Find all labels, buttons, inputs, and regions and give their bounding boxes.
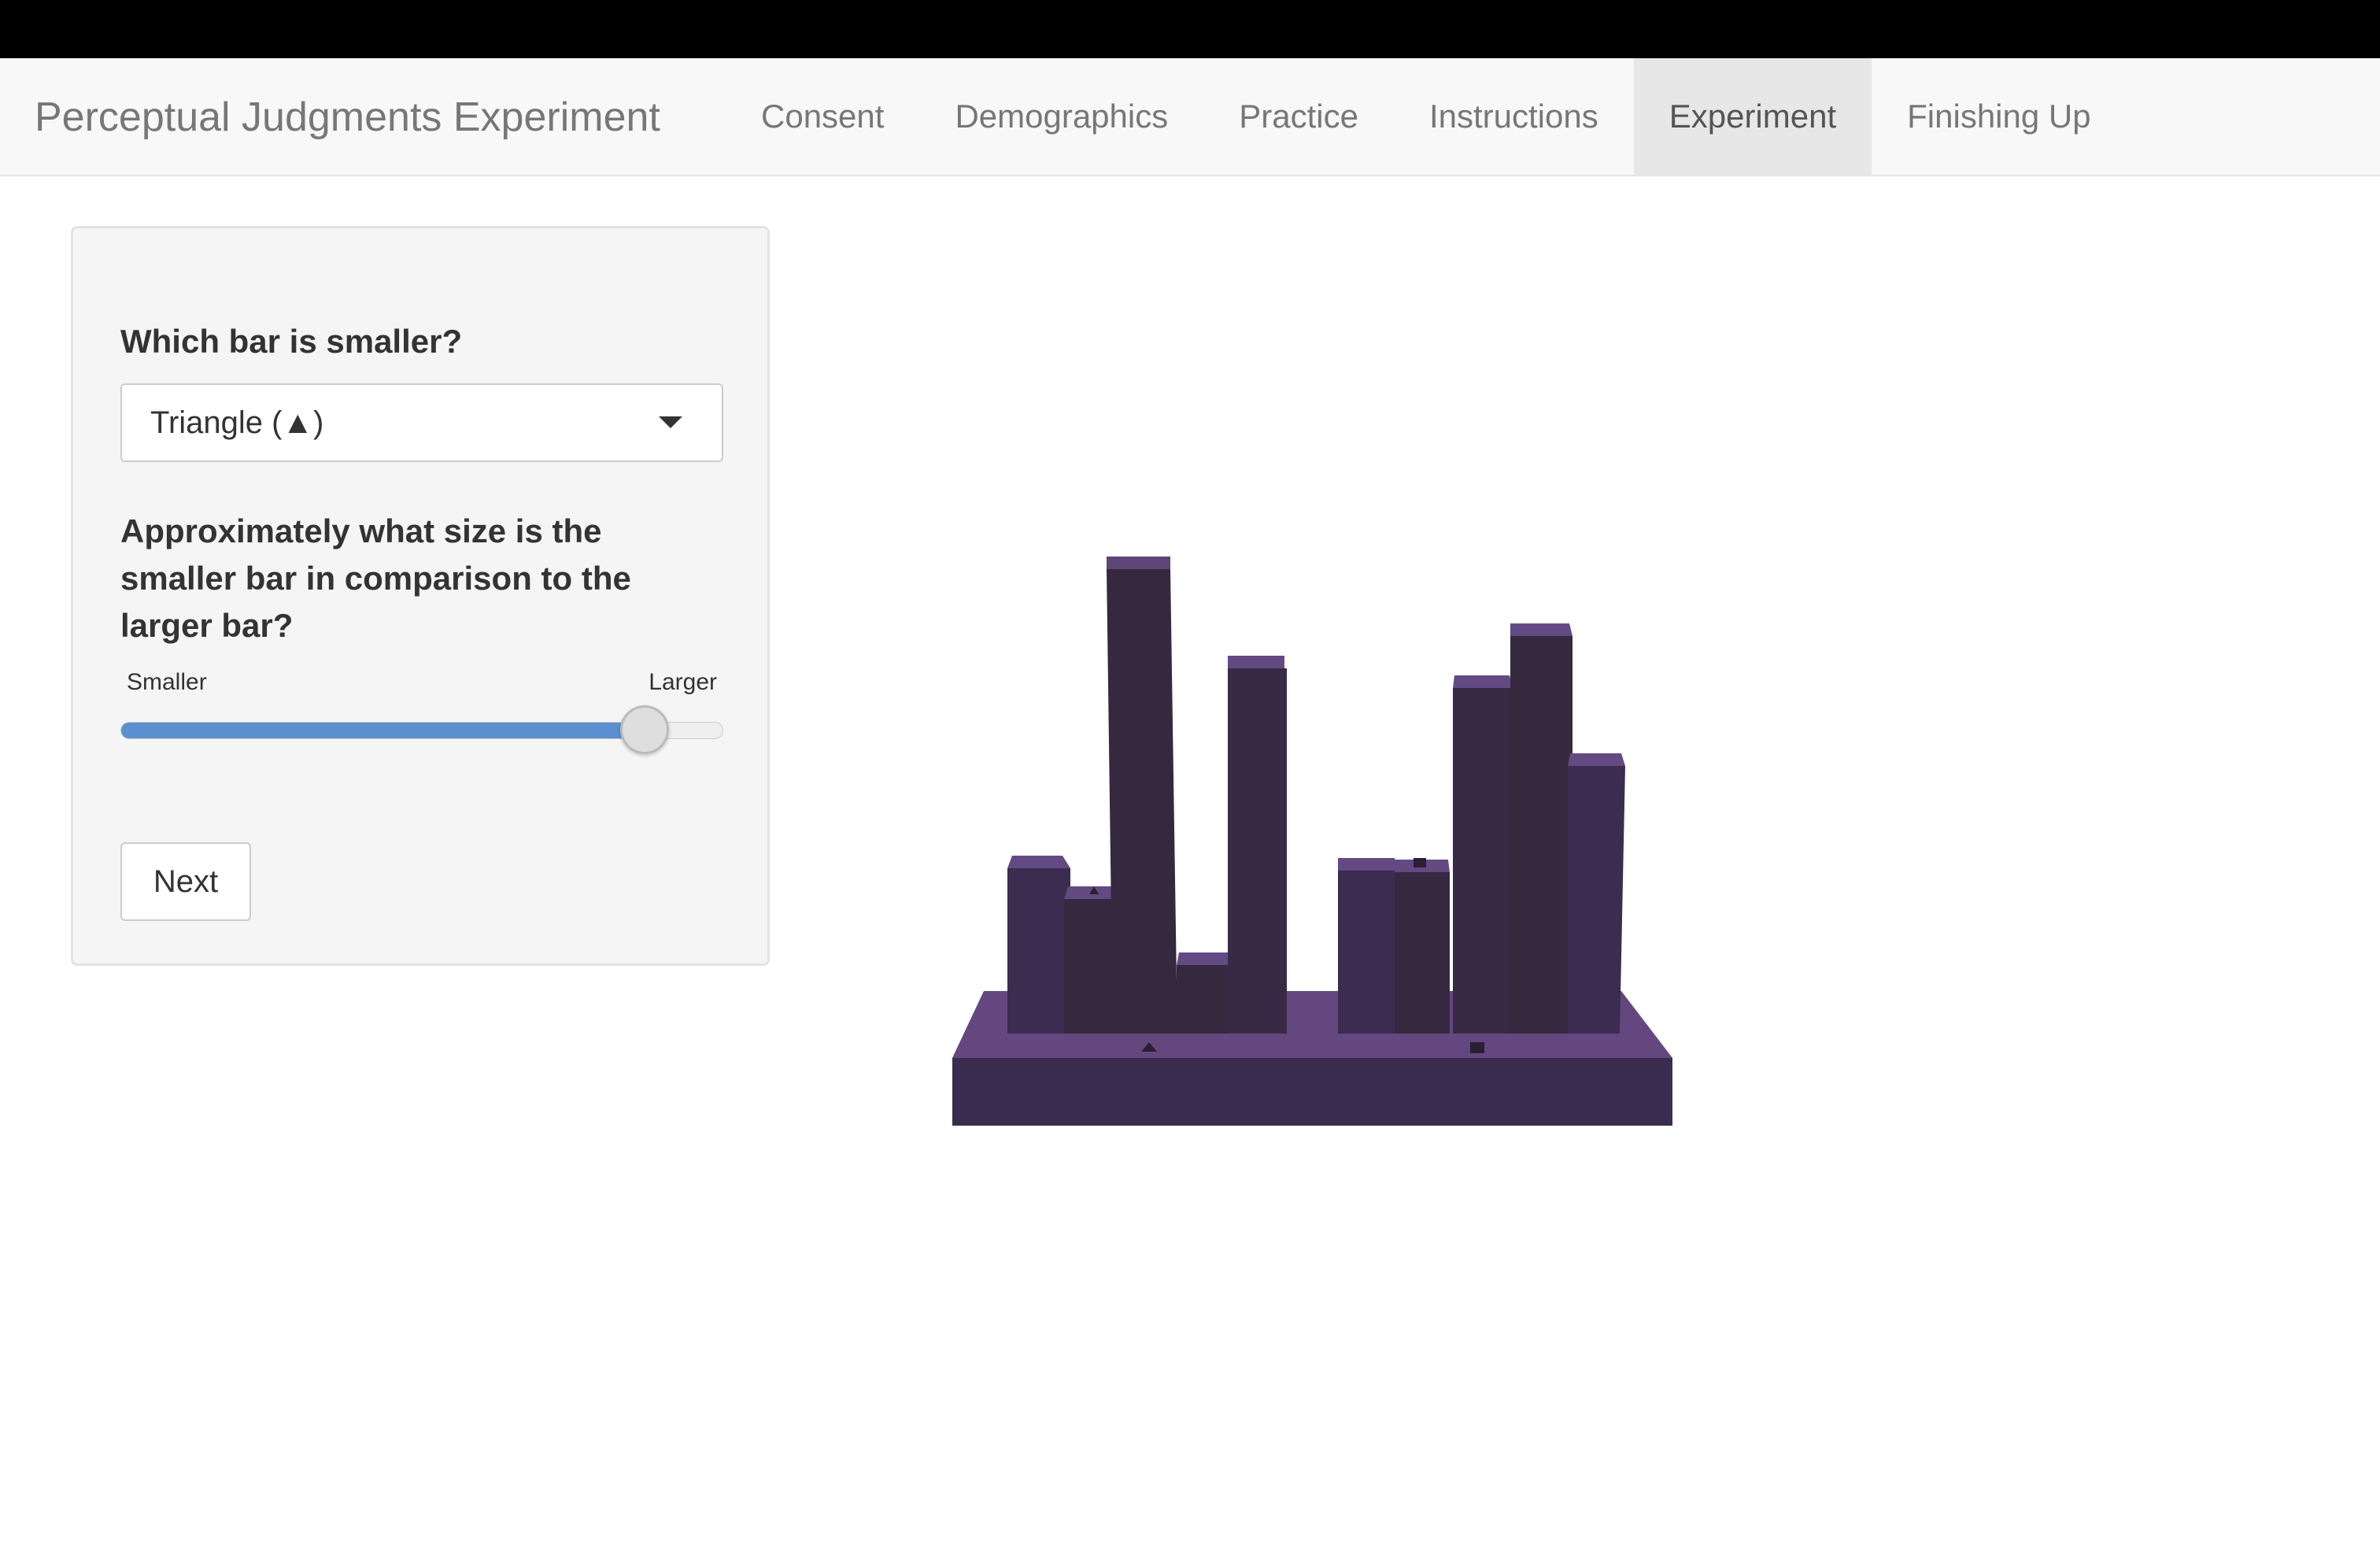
- question-size-ratio: Approximately what size is the smaller b…: [120, 512, 631, 644]
- navbar: Perceptual Judgments Experiment Consent …: [0, 58, 2380, 176]
- bar-left-5: [1228, 668, 1287, 1034]
- bar-left-4: [1177, 965, 1232, 1034]
- bar-chart-stimulus: [944, 543, 1684, 1129]
- square-marker: [1414, 858, 1426, 867]
- bar-right-1-top: [1338, 858, 1398, 871]
- nav-tabs: Consent Demographics Practice Instructio…: [726, 58, 2127, 175]
- bar-right-1: [1338, 871, 1398, 1034]
- next-button[interactable]: Next: [120, 842, 251, 921]
- bar-left-3-top: [1107, 557, 1170, 569]
- bar-left-5-top: [1228, 656, 1284, 668]
- navbar-brand[interactable]: Perceptual Judgments Experiment: [35, 58, 660, 176]
- bar-right-2: [1395, 872, 1450, 1034]
- slider-fill: [121, 723, 645, 738]
- bar-left-4-top: [1177, 952, 1232, 965]
- base-front: [952, 1058, 1672, 1129]
- bar-left-1-top: [1007, 856, 1070, 868]
- top-black-bar: [0, 0, 2380, 58]
- tab-consent[interactable]: Consent: [726, 58, 919, 175]
- tab-experiment[interactable]: Experiment: [1633, 58, 1872, 175]
- select-value: Triangle (▲): [150, 405, 324, 440]
- bar-right-5: [1568, 766, 1625, 1034]
- slider-handle[interactable]: [619, 705, 669, 754]
- tab-practice[interactable]: Practice: [1203, 58, 1394, 175]
- slider-min-label: Smaller: [127, 669, 207, 695]
- base-square-mark: [1470, 1042, 1484, 1053]
- bar-right-3: [1453, 688, 1513, 1034]
- tab-finishing-up[interactable]: Finishing Up: [1872, 58, 2126, 175]
- bar-right-3-top: [1453, 675, 1513, 688]
- question-which-smaller: Which bar is smaller?: [120, 323, 463, 360]
- slider-max-label: Larger: [649, 669, 717, 695]
- bar-right-5-top: [1568, 753, 1625, 766]
- tab-demographics[interactable]: Demographics: [919, 58, 1203, 175]
- smaller-bar-select[interactable]: Triangle (▲): [120, 383, 723, 462]
- chevron-down-icon: [659, 416, 682, 428]
- tab-instructions[interactable]: Instructions: [1394, 58, 1634, 175]
- bar-left-1: [1007, 868, 1070, 1034]
- bar-right-4: [1510, 636, 1572, 1034]
- bar-left-3: [1107, 569, 1177, 1034]
- sidebar-panel: Which bar is smaller? Triangle (▲) Appro…: [71, 226, 770, 966]
- stimulus-svg: [952, 557, 1672, 1129]
- bar-right-4-top: [1510, 623, 1572, 636]
- size-ratio-slider[interactable]: [120, 705, 723, 754]
